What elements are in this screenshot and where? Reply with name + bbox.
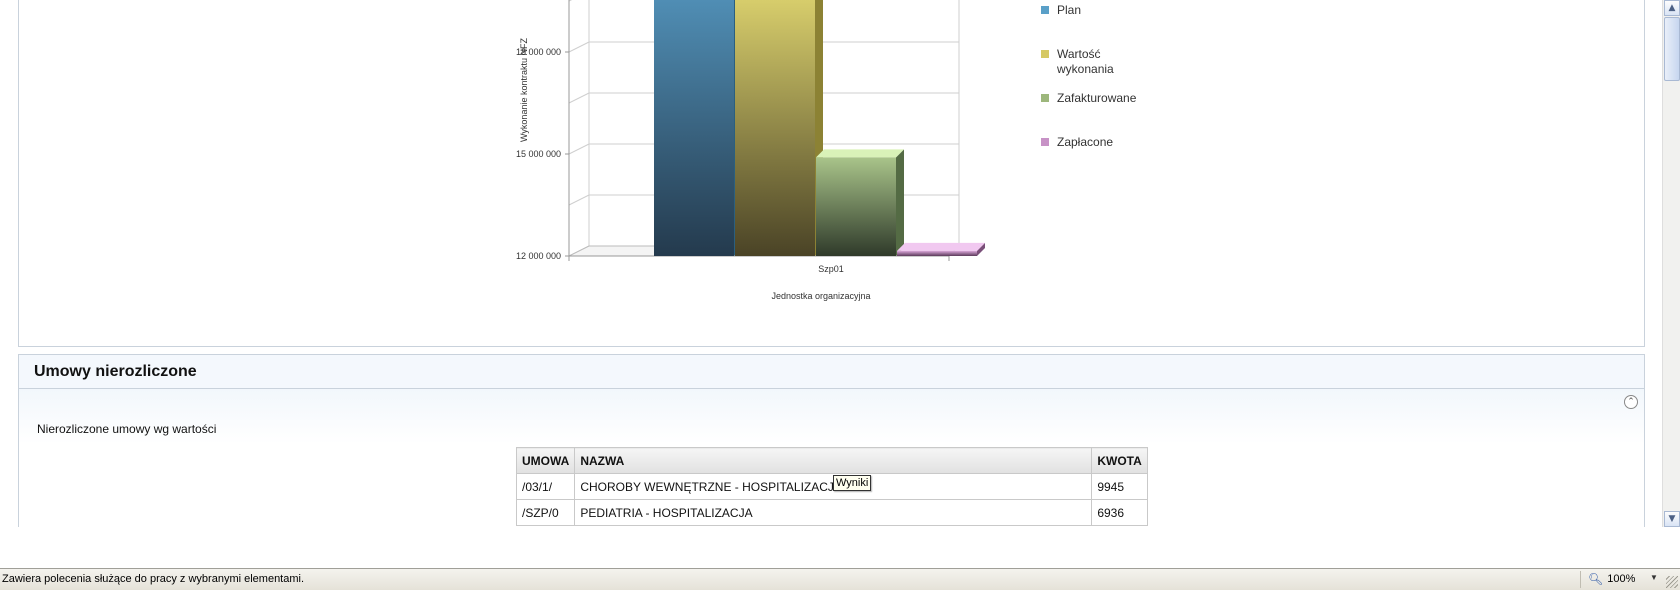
chart-panel: 12 000 000 15 000 000 18 000 000 Szp01 Plan… (18, 0, 1645, 347)
zoom-level: 100% (1607, 573, 1636, 585)
bar-1 (654, 0, 742, 256)
scroll-up-icon[interactable]: ▲ (1664, 0, 1680, 16)
grid-line-side (568, 41, 590, 53)
legend-label: wykonania (1056, 62, 1114, 76)
umowy-nierozliczone-panel: Umowy nierozliczone ⌃ Nierozliczone umow… (18, 354, 1645, 527)
table-row[interactable]: /SZP/0 PEDIATRIA - HOSPITALIZACJA 6936 (515, 499, 1148, 526)
legend-swatch (1041, 50, 1049, 58)
bar-front (897, 250, 977, 256)
bar-3 (816, 149, 904, 256)
section-subtitle: Nierozliczone umowy wg wartości (37, 422, 217, 436)
chart-bars (654, 0, 985, 257)
magnifier-icon: 🔍︎ (1588, 572, 1604, 586)
column-header-kwota[interactable]: KWOTA (1091, 447, 1148, 474)
status-bar: Zawiera polecenia służące do pracy z wyb… (0, 568, 1680, 590)
cell-umowa: /SZP/0 (515, 499, 576, 526)
bar-front (816, 157, 896, 256)
grid-line-side (568, 92, 590, 104)
cell-kwota: 9945 (1091, 473, 1148, 500)
section-body: ⌃ Nierozliczone umowy wg wartości UMOWA … (19, 389, 1644, 527)
bar-4 (897, 242, 985, 256)
status-separator (1580, 571, 1581, 588)
chart-legend: Plan Wartośćwykonania Zafakturowane Zapłaco… (1041, 3, 1137, 149)
bar-2 (735, 0, 823, 257)
grid-line-side (568, 194, 590, 206)
bar-top (897, 242, 985, 251)
status-text: Zawiera polecenia służące do pracy z wyb… (2, 573, 305, 585)
legend-item-1: Plan (1041, 3, 1081, 17)
circle-chevron-up-icon[interactable]: ⌃ (1624, 395, 1638, 409)
scrollbar-thumb[interactable] (1664, 17, 1680, 81)
resize-grip-icon[interactable] (1666, 576, 1678, 588)
legend-label: Plan (1057, 3, 1081, 17)
y-tick-label: 15 000 000 (516, 149, 561, 159)
y-tick-label: 12 000 000 (516, 251, 561, 261)
bar-side (896, 149, 904, 256)
y-axis-label: Wykonanie kontraktu NFZ (519, 38, 529, 142)
legend-label: Zafakturowane (1057, 91, 1137, 105)
table-header-row: UMOWA NAZWA KWOTA (515, 447, 1148, 474)
umowy-table: UMOWA NAZWA KWOTA /03/1/ CHOROBY WEWNĘTR… (515, 447, 1148, 526)
cell-nazwa: PEDIATRIA - HOSPITALIZACJA (574, 499, 1093, 526)
cell-umowa: /03/1/ (515, 473, 576, 500)
legend-label: Zapłacone (1057, 135, 1113, 149)
contract-execution-chart: 12 000 00015 000 00018 000 000Szp01 Plan… (516, 0, 1137, 301)
legend-swatch (1041, 94, 1049, 102)
legend-item-2: Wartośćwykonania (1041, 47, 1114, 76)
cell-kwota: 6936 (1091, 499, 1148, 526)
legend-swatch (1041, 138, 1049, 146)
table-row[interactable]: /03/1/ CHOROBY WEWNĘTRZNE - HOSPITALIZAC… (515, 473, 1148, 500)
bar-front (735, 0, 815, 257)
grid-line-side (568, 143, 590, 155)
section-title: Umowy nierozliczone (19, 355, 1644, 389)
legend-swatch (1041, 6, 1049, 14)
browser-viewport: 12 000 000 15 000 000 18 000 000 Szp01 Plan… (0, 0, 1662, 527)
zoom-control[interactable]: 🔍︎ 100% (1588, 572, 1635, 586)
column-header-nazwa[interactable]: NAZWA (574, 447, 1093, 474)
bar-front (654, 0, 734, 256)
bar-top (816, 149, 904, 158)
legend-label: Wartość (1057, 47, 1101, 61)
x-tick-label: Szp01 (818, 264, 844, 274)
vertical-scrollbar[interactable]: ▲ ▼ (1662, 0, 1680, 527)
scroll-down-icon[interactable]: ▼ (1664, 511, 1680, 527)
chevron-down-icon[interactable]: ▼ (1650, 573, 1658, 582)
legend-item-4: Zapłacone (1041, 135, 1113, 149)
x-axis-label: Jednostka organizacyjna (771, 291, 870, 301)
legend-item-3: Zafakturowane (1041, 91, 1137, 105)
grid-line-side (568, 0, 573, 2)
column-header-umowa[interactable]: UMOWA (515, 447, 576, 474)
tooltip: Wyniki (833, 475, 872, 491)
